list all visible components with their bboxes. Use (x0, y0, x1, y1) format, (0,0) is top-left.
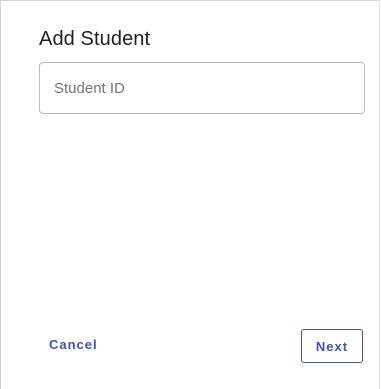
dialog-title: Add Student (39, 28, 151, 50)
student-id-field[interactable] (39, 62, 365, 114)
next-button[interactable]: Next (301, 329, 363, 363)
student-id-input[interactable] (40, 63, 364, 113)
cancel-button[interactable]: Cancel (49, 337, 98, 352)
add-student-dialog: Add Student Cancel Next (0, 0, 380, 389)
